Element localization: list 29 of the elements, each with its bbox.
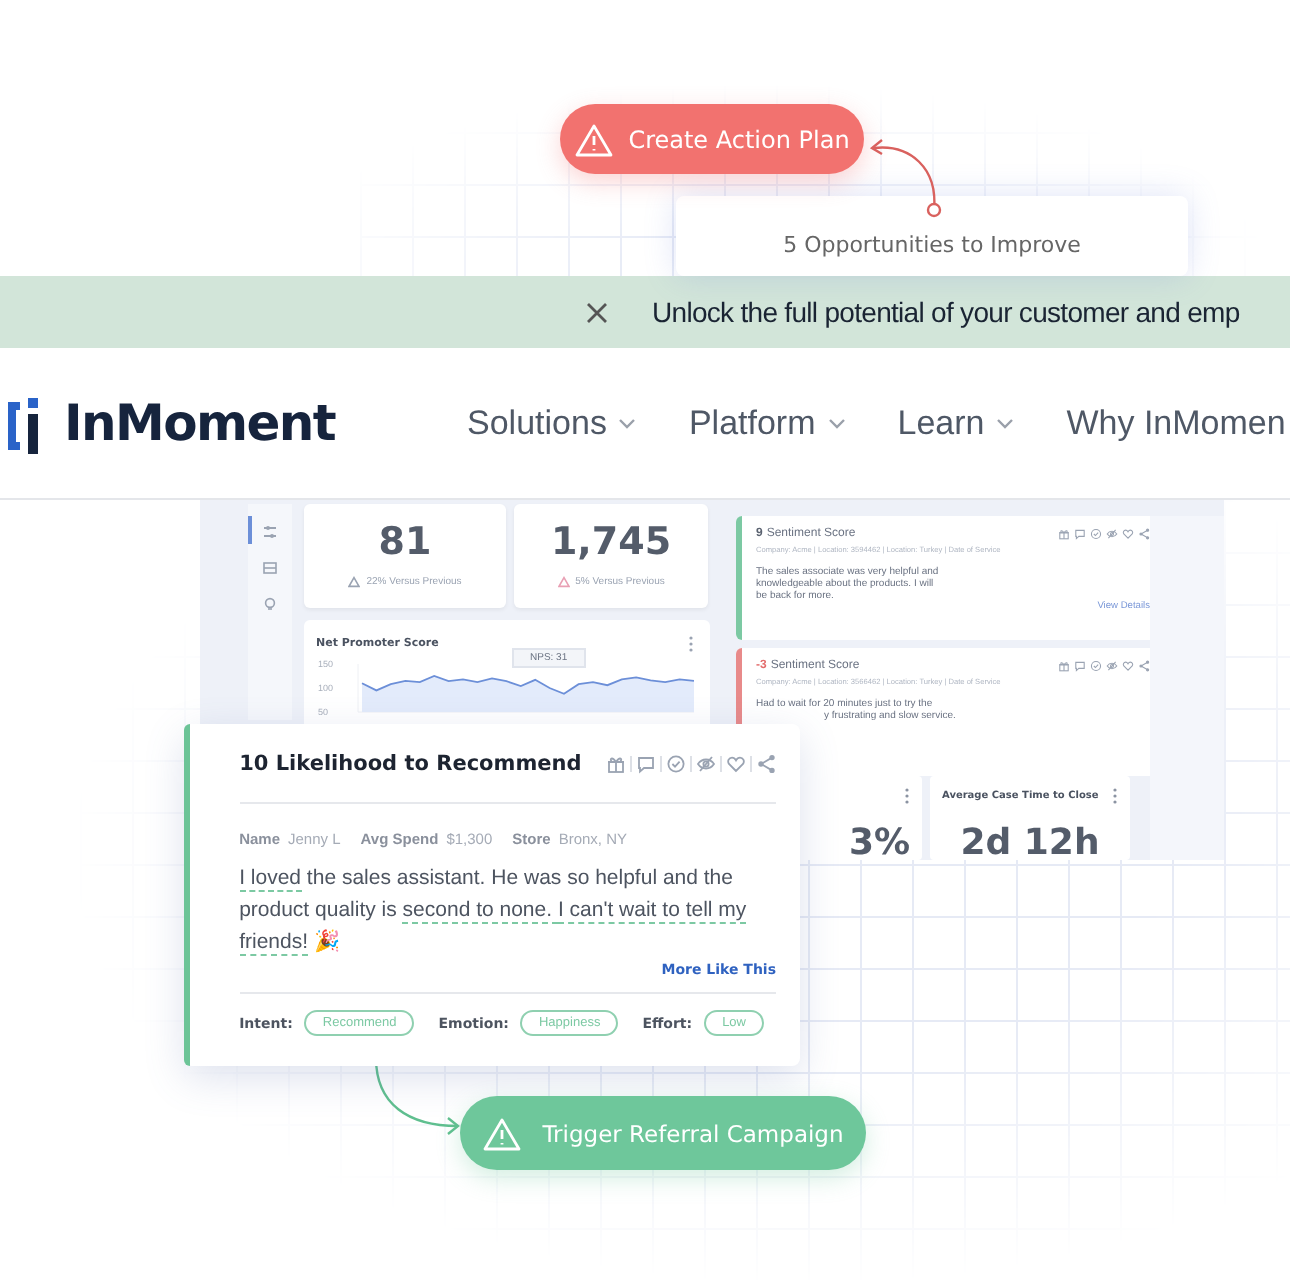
kpi-value: 81	[378, 520, 432, 564]
review-text: I loved the sales assistant. He was so helpful and the product quality is second to none. I can't wait to tell my friends! 🎉	[239, 864, 749, 958]
brand-name: InMoment	[64, 394, 336, 452]
sliders-icon[interactable]	[262, 524, 278, 540]
chevron-down-icon	[996, 417, 1015, 429]
chevron-down-icon	[618, 417, 637, 429]
chevron-down-icon	[827, 417, 846, 429]
nav-link[interactable]: Learn	[897, 403, 1015, 443]
close-button[interactable]	[582, 297, 612, 327]
warning-icon	[574, 121, 615, 157]
inbox-icon[interactable]	[262, 560, 278, 576]
nav-link[interactable]: Solutions	[467, 403, 637, 443]
card-title: 10 Likelihood to Recommend	[239, 751, 582, 775]
share-icon[interactable]	[1138, 660, 1150, 672]
more-icon[interactable]	[688, 636, 694, 652]
bulb-icon[interactable]	[262, 596, 278, 612]
opportunities-label: 5 Opportunities to Improve	[783, 232, 1081, 260]
close-icon	[586, 301, 608, 323]
more-icon[interactable]	[1112, 788, 1118, 804]
share-icon[interactable]	[1138, 528, 1150, 540]
kpi-value: 1,745	[550, 520, 672, 564]
warning-icon	[482, 1115, 523, 1151]
nav-link[interactable]: Why InMomen	[1066, 403, 1286, 443]
banner-message: Unlock the full potential of your customer and emp	[652, 296, 1240, 328]
metric-value: 3%	[848, 822, 910, 864]
more-icon[interactable]	[904, 788, 910, 804]
share-icon[interactable]	[756, 753, 776, 773]
metric-value: 2d 12h	[958, 822, 1102, 864]
nav-link[interactable]: Platform	[688, 403, 846, 443]
